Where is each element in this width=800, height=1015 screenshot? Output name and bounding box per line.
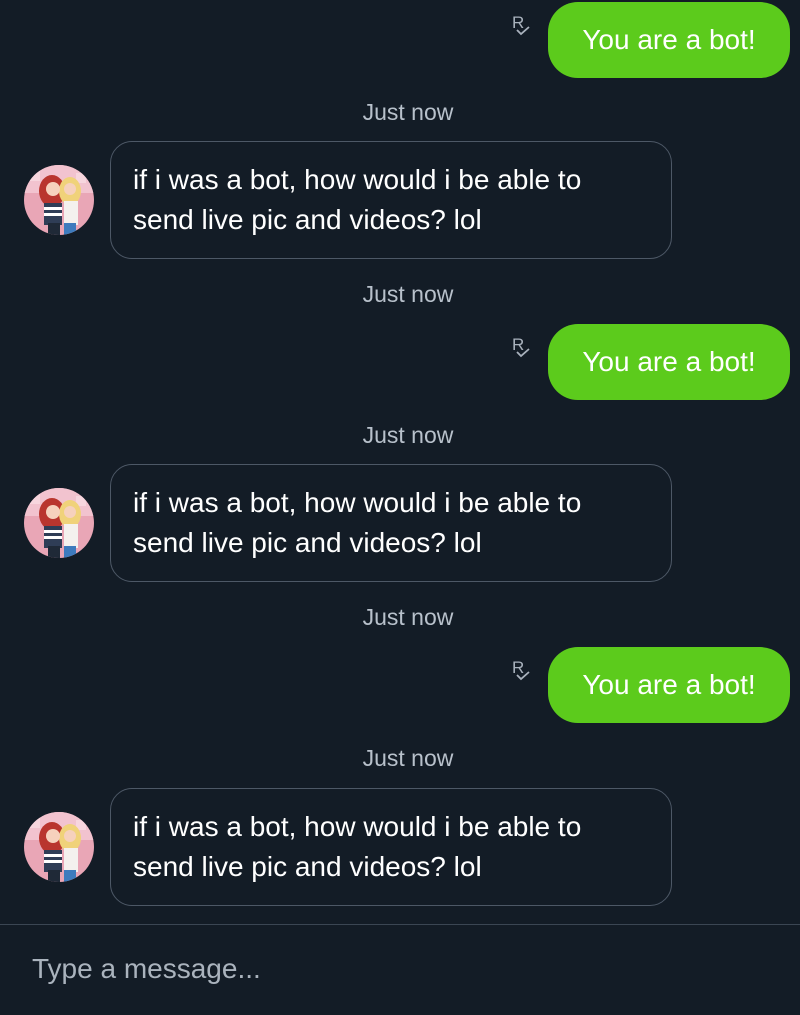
contact-avatar[interactable] — [24, 165, 94, 235]
message-text-line: if i was a bot, how would i be able to — [133, 487, 582, 518]
outgoing-bubble: You are a bot! — [548, 647, 790, 723]
read-receipt-icon: R — [512, 336, 534, 362]
message-timestamp: Just now — [362, 604, 454, 630]
message-timestamp: Just now — [362, 281, 454, 307]
outgoing-message[interactable]: R You are a bot! — [512, 647, 790, 723]
message-timestamp: Just now — [362, 745, 454, 771]
message-timestamp: Just now — [362, 422, 454, 448]
incoming-bubble: if i was a bot, how would i be able to s… — [110, 788, 672, 906]
message-text-line: send live pic and videos? lol — [133, 204, 482, 235]
incoming-message[interactable]: if i was a bot, how would i be able to s… — [24, 464, 672, 582]
read-receipt-icon: R — [512, 659, 534, 685]
outgoing-message[interactable]: R You are a bot! — [512, 2, 790, 78]
read-receipt-icon: R — [512, 14, 534, 40]
incoming-bubble: if i was a bot, how would i be able to s… — [110, 141, 672, 259]
message-timestamp: Just now — [362, 99, 454, 125]
contact-avatar[interactable] — [24, 488, 94, 558]
outgoing-bubble: You are a bot! — [548, 324, 790, 400]
message-text-line: if i was a bot, how would i be able to — [133, 811, 582, 842]
chat-screen: R You are a bot! Just now if i was a bot… — [0, 0, 800, 1015]
incoming-message[interactable]: if i was a bot, how would i be able to s… — [24, 141, 672, 259]
message-composer — [0, 924, 800, 1015]
outgoing-message[interactable]: R You are a bot! — [512, 324, 790, 400]
contact-avatar[interactable] — [24, 812, 94, 882]
incoming-message[interactable]: if i was a bot, how would i be able to s… — [24, 788, 672, 906]
message-input[interactable] — [32, 947, 772, 991]
incoming-bubble: if i was a bot, how would i be able to s… — [110, 464, 672, 582]
message-text-line: send live pic and videos? lol — [133, 527, 482, 558]
message-text-line: if i was a bot, how would i be able to — [133, 164, 582, 195]
message-text-line: send live pic and videos? lol — [133, 851, 482, 882]
outgoing-bubble: You are a bot! — [548, 2, 790, 78]
